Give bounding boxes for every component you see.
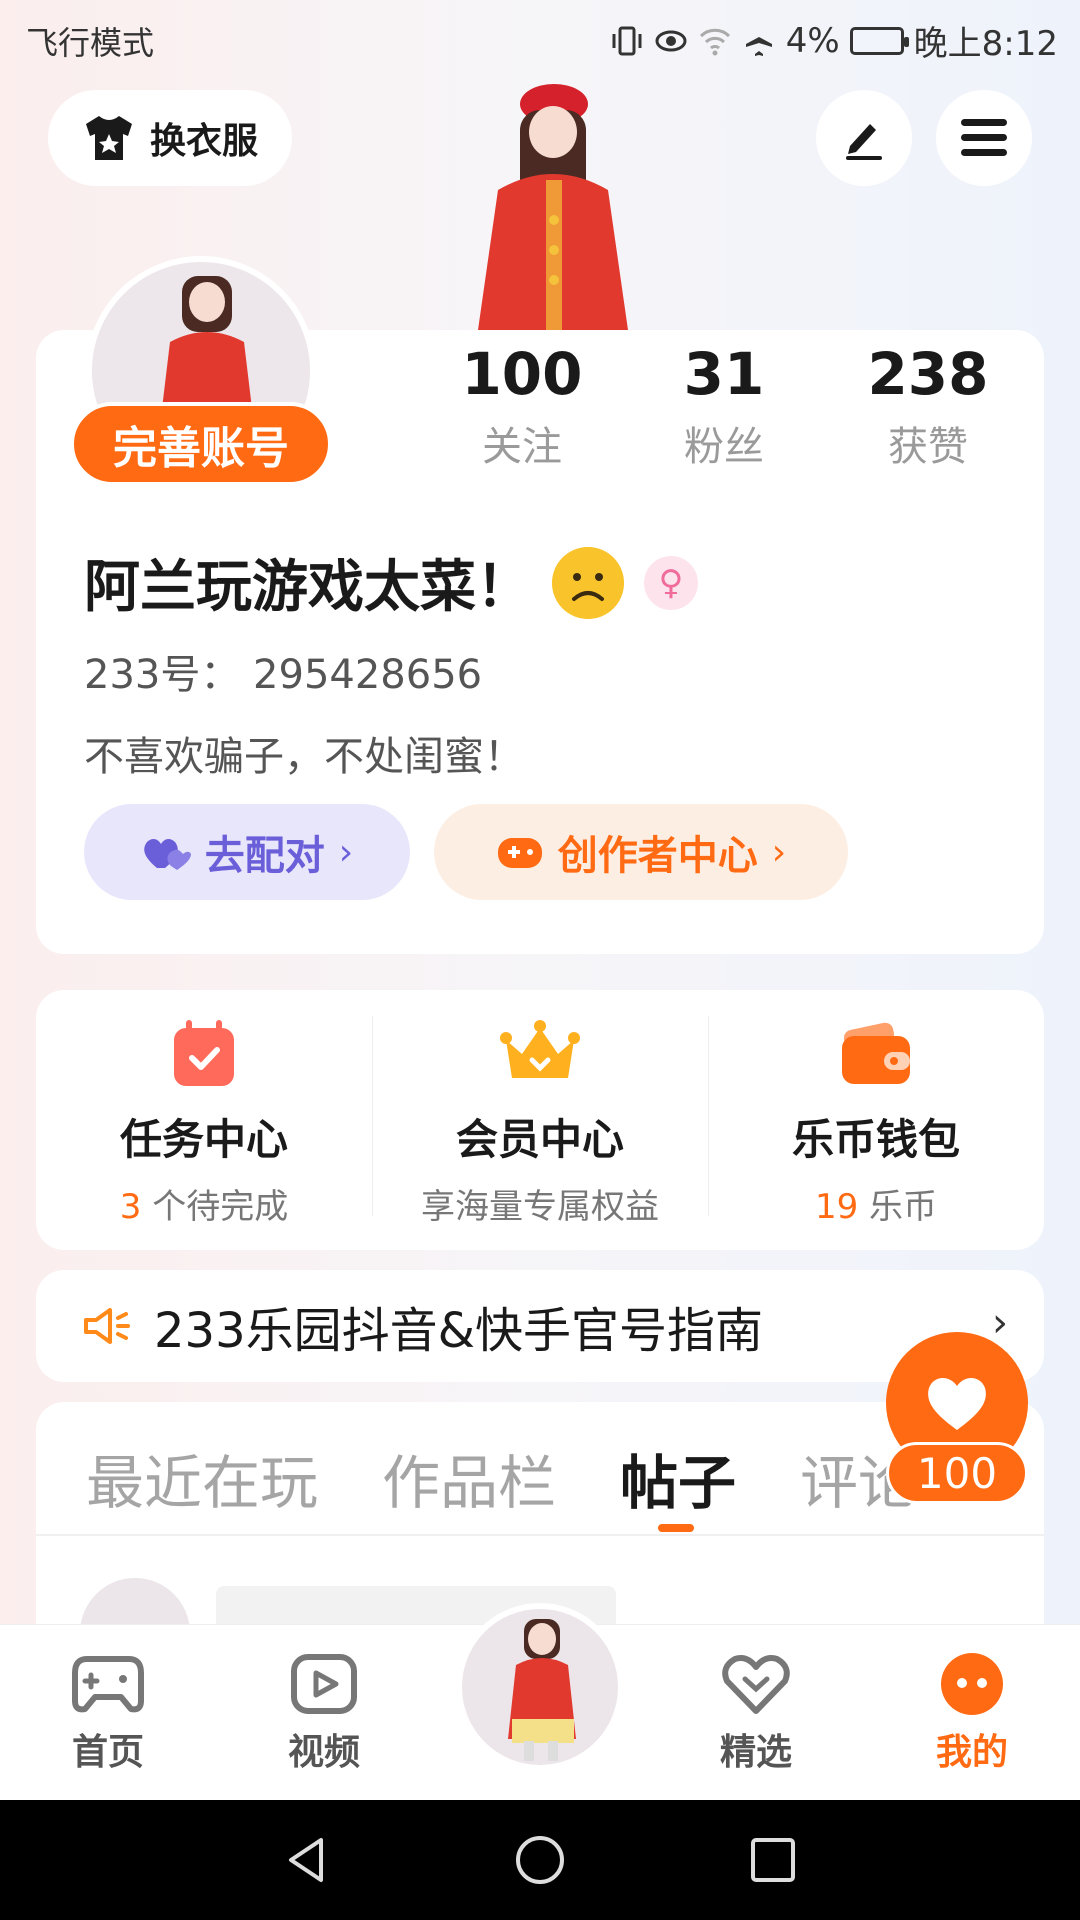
following-count: 100 [461,340,583,408]
announcement-text: 233乐园抖音&快手官号指南 [154,1303,764,1359]
system-navigation-bar [0,1800,1080,1920]
stat-following[interactable]: 100 关注 [432,340,612,472]
creator-center-label: 创作者中心 [557,833,758,879]
likes-label: 获赞 [888,424,968,470]
complete-account-button[interactable]: 完善账号 [70,402,332,486]
chevron-right-icon: › [338,831,354,873]
username-row: 阿兰玩游戏太菜！ ♀ [84,542,698,623]
smiley-profile-icon [941,1653,1003,1715]
eye-icon [655,30,687,51]
gamepad-icon [497,838,542,868]
back-icon[interactable] [281,1834,333,1886]
coin-wallet[interactable]: 乐币钱包 19 乐币 [708,990,1044,1250]
member-center-sub: 享海量专属权益 [421,1187,659,1227]
battery-icon [849,26,909,55]
calendar-check-icon [174,1020,234,1086]
stat-fans[interactable]: 31 粉丝 [634,340,814,472]
status-time: 晚上8:12 [913,24,1058,64]
nav-video[interactable]: 视频 [254,1653,394,1775]
task-center-sub: 3 个待完成 [119,1187,289,1227]
megaphone-icon [84,1308,130,1344]
battery-percent: 4% [785,20,840,61]
vibrate-icon [612,26,642,55]
tab-works[interactable]: 作品栏 [382,1436,556,1520]
services-card: 任务中心 3 个待完成 会员中心 享海量专属权益 乐币钱包 19 乐币 [36,990,1044,1250]
fans-count: 31 [683,340,765,408]
user-id: 233号： 295428656 [84,652,483,698]
status-airplane-mode: 飞行模式 [26,24,155,62]
nav-mine[interactable]: 我的 [902,1653,1042,1775]
gamepad-icon [72,1656,144,1713]
sad-face-icon [552,546,624,619]
like-count: 100 [886,1442,1028,1504]
female-gender-icon: ♀ [644,555,698,610]
edit-profile-button[interactable] [816,90,912,186]
heart-icon [928,1377,986,1430]
character-avatar-figure[interactable] [458,70,638,330]
home-circle-icon[interactable] [514,1834,566,1886]
nav-mine-label: 我的 [935,1732,1008,1773]
airplane-icon [745,26,772,56]
nav-featured[interactable]: 精选 [686,1653,826,1775]
coin-wallet-title: 乐币钱包 [791,1115,960,1164]
hearts-icon [144,838,191,870]
tab-divider [36,1534,1044,1536]
pen-icon [846,124,882,160]
nav-home[interactable]: 首页 [38,1653,178,1775]
wifi-icon [699,28,730,55]
tab-active-indicator [658,1524,694,1532]
status-icons: 4% 晚上8:12 [610,16,1058,65]
wallet-icon [842,1022,910,1084]
play-video-icon [291,1654,357,1714]
tab-bar: 最近在玩 作品栏 帖子 评论 [86,1436,916,1520]
user-bio: 不喜欢骗子，不处闺蜜！ [84,734,524,780]
username: 阿兰玩游戏太菜！ [84,555,532,620]
menu-button[interactable] [936,90,1032,186]
following-label: 关注 [482,424,562,470]
nav-home-label: 首页 [71,1732,144,1773]
change-outfit-label: 换衣服 [149,121,258,162]
crown-icon [500,1020,580,1078]
go-match-button[interactable]: 去配对 › [84,804,410,900]
creator-center-button[interactable]: 创作者中心 › [434,804,848,900]
member-center[interactable]: 会员中心 享海量专属权益 [372,990,708,1250]
hamburger-menu-icon [961,119,1007,156]
chevron-right-icon: › [771,831,787,873]
go-match-label: 去配对 [204,833,325,879]
nav-featured-label: 精选 [719,1732,792,1773]
tab-posts[interactable]: 帖子 [620,1436,736,1520]
task-center-title: 任务中心 [119,1115,288,1164]
tab-recent-played[interactable]: 最近在玩 [86,1436,318,1520]
floating-like-widget[interactable]: 100 [886,1332,1028,1506]
member-center-title: 会员中心 [455,1115,624,1164]
heart-diamond-icon [722,1655,790,1714]
task-center[interactable]: 任务中心 3 个待完成 [36,990,372,1250]
coin-wallet-sub: 19 乐币 [814,1187,938,1227]
fans-label: 粉丝 [684,424,764,470]
likes-count: 238 [867,340,989,408]
nav-character-avatar[interactable] [456,1603,624,1771]
nav-video-label: 视频 [287,1732,360,1773]
bottom-navigation: 首页 视频 精选 我的 [0,1603,1080,1800]
stat-likes[interactable]: 238 获赞 [838,340,1018,472]
change-outfit-button[interactable]: 换衣服 [48,90,292,186]
recents-square-icon[interactable] [747,1834,799,1886]
tshirt-icon [85,116,132,160]
